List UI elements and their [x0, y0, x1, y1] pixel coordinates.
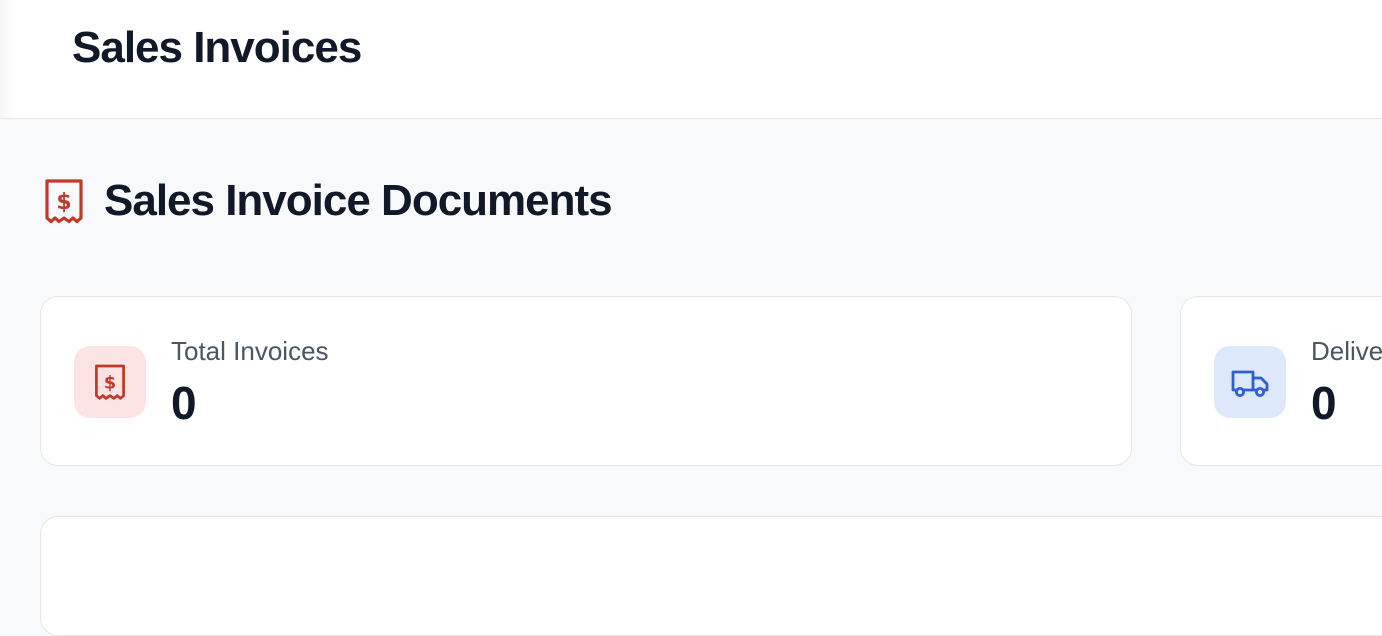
svg-text:$: $: [104, 373, 116, 393]
stat-label: Delive: [1311, 336, 1382, 366]
receipt-dollar-icon: $: [45, 179, 83, 224]
stat-value: 0: [171, 377, 197, 429]
truck-icon: [1231, 370, 1269, 397]
stat-card-total-invoices: $ Total Invoices 0: [40, 296, 1132, 466]
stat-label: Total Invoices: [171, 336, 329, 366]
stat-icon-box: [1214, 346, 1286, 418]
section-title: Sales Invoice Documents: [104, 176, 613, 225]
stat-card-deliveries: Delive 0: [1180, 296, 1382, 466]
stat-value: 0: [1311, 377, 1337, 429]
svg-text:$: $: [56, 190, 71, 215]
section-header: $ Sales Invoice Documents: [44, 176, 613, 226]
page-title: Sales Invoices: [72, 23, 362, 72]
top-bar: Sales Invoices: [0, 0, 1382, 119]
stat-icon-box: $: [74, 346, 146, 418]
invoices-table-card: [40, 516, 1382, 636]
receipt-dollar-icon: $: [95, 364, 125, 400]
